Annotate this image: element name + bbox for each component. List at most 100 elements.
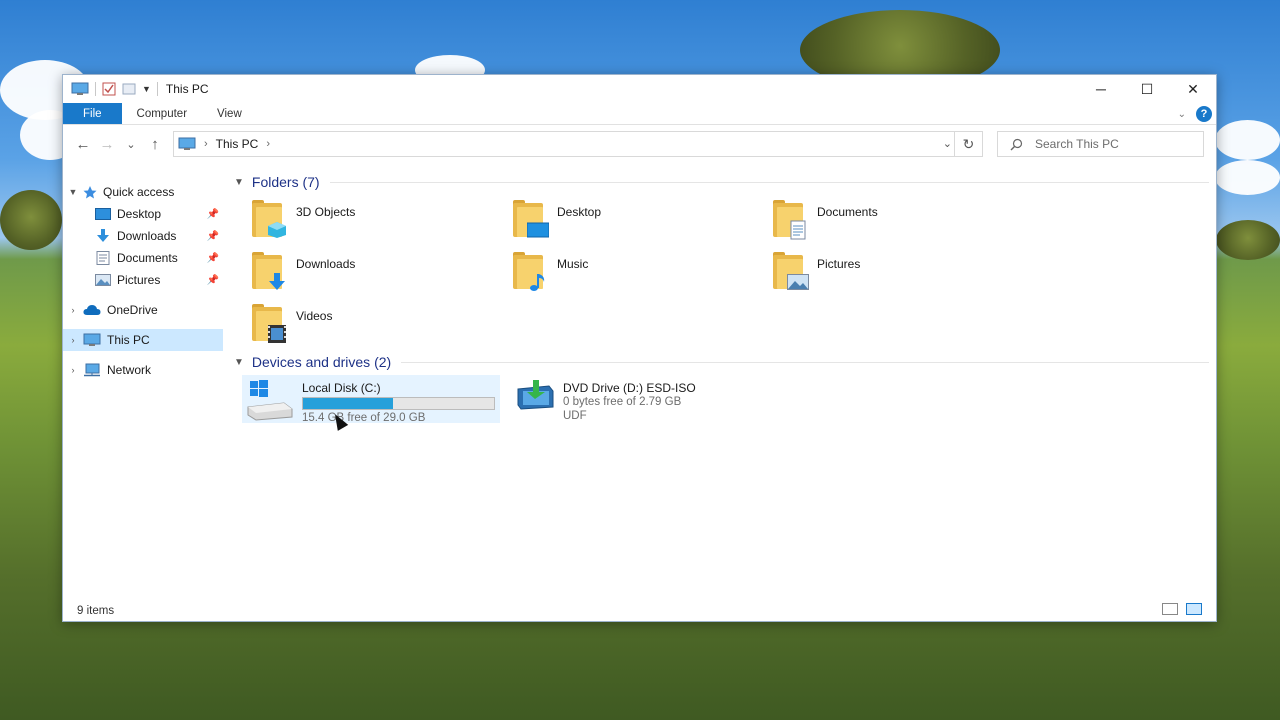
folders-group-header[interactable]: ▼ Folders (7) — [234, 174, 1209, 190]
drive-local-disk-c[interactable]: Local Disk (C:) 15.4 GB free of 29.0 GB — [242, 375, 500, 424]
folder-desktop[interactable]: Desktop — [511, 199, 761, 245]
ribbon-tabs: File Computer View ⌄ ? — [63, 103, 1216, 125]
star-icon — [83, 186, 97, 199]
refresh-button[interactable]: ↻ — [954, 132, 982, 156]
sidebar-item-label: Network — [107, 363, 152, 377]
folder-videos[interactable]: Videos — [250, 303, 500, 349]
drive-info: DVD Drive (D:) ESD-ISO 0 bytes free of 2… — [563, 381, 696, 423]
recent-locations-button[interactable]: ⌄ — [119, 138, 143, 151]
expand-chevron-icon[interactable]: › — [63, 335, 83, 345]
properties-icon[interactable] — [102, 82, 116, 96]
collapse-chevron-icon[interactable]: ▼ — [234, 357, 244, 368]
folder-label: Pictures — [817, 257, 861, 271]
window-title: This PC — [165, 82, 209, 96]
folder-3d-objects[interactable]: 3D Objects — [250, 199, 500, 245]
drive-usage-fill — [303, 398, 393, 409]
sidebar-item-label: Downloads — [117, 229, 177, 243]
close-button[interactable]: ✕ — [1170, 75, 1216, 103]
search-placeholder: Search This PC — [1035, 137, 1119, 151]
expand-chevron-icon[interactable]: › — [63, 365, 83, 375]
folder-downloads[interactable]: Downloads — [250, 251, 500, 297]
title-bar: ▼ This PC ─ ☐ ✕ — [63, 75, 1216, 103]
quick-access-toolbar: ▼ — [63, 82, 158, 96]
drives-group-header[interactable]: ▼ Devices and drives (2) — [234, 354, 1209, 370]
up-button[interactable]: ↑ — [143, 136, 167, 153]
ribbon-right-controls: ⌄ ? — [1178, 106, 1212, 122]
status-bar-item-count: 9 items — [77, 605, 115, 617]
downloads-folder-icon — [250, 251, 288, 291]
expand-ribbon-icon[interactable]: ⌄ — [1178, 109, 1186, 120]
sidebar-item-documents[interactable]: Documents 📌 — [63, 247, 223, 269]
minimize-button[interactable]: ─ — [1078, 75, 1124, 103]
expand-chevron-icon[interactable]: › — [63, 305, 83, 315]
computer-icon — [83, 333, 101, 346]
sidebar-item-label: This PC — [107, 333, 150, 347]
pin-icon[interactable]: 📌 — [207, 231, 219, 242]
breadcrumb-separator[interactable]: › — [266, 138, 270, 150]
sidebar-item-downloads[interactable]: Downloads 📌 — [63, 225, 223, 247]
new-folder-icon[interactable] — [122, 82, 136, 96]
details-view-button[interactable] — [1162, 603, 1178, 615]
forward-button[interactable]: → — [95, 136, 119, 153]
windows-drive-icon — [247, 380, 293, 421]
address-bar[interactable]: › This PC › ⌄ ↻ — [173, 131, 983, 157]
tab-computer[interactable]: Computer — [122, 103, 203, 124]
tab-view[interactable]: View — [202, 103, 257, 124]
sidebar-item-desktop[interactable]: Desktop 📌 — [63, 203, 223, 225]
downloads-arrow-icon — [97, 229, 109, 242]
tab-file[interactable]: File — [63, 103, 122, 124]
large-icons-view-button[interactable] — [1186, 603, 1202, 615]
caption-buttons: ─ ☐ ✕ — [1078, 75, 1216, 103]
sidebar-item-pictures[interactable]: Pictures 📌 — [63, 269, 223, 291]
sidebar-item-onedrive[interactable]: › OneDrive — [63, 299, 223, 321]
dvd-drive-icon — [517, 380, 554, 410]
customize-toolbar-icon[interactable]: ▼ — [142, 84, 151, 94]
maximize-button[interactable]: ☐ — [1124, 75, 1170, 103]
breadcrumb-this-pc[interactable]: This PC — [216, 137, 259, 151]
folder-label: 3D Objects — [296, 205, 356, 219]
back-button[interactable]: ← — [71, 136, 95, 153]
toolbar-separator — [95, 82, 96, 96]
pin-icon[interactable]: 📌 — [207, 253, 219, 264]
navigation-bar: ← → ⌄ ↑ › This PC › ⌄ ↻ Search This PC — [63, 129, 1216, 159]
sidebar-item-label: Desktop — [117, 207, 162, 221]
view-toggle — [1162, 603, 1202, 615]
folder-music[interactable]: Music — [511, 251, 761, 297]
collapse-chevron-icon[interactable]: ▼ — [63, 187, 83, 197]
onedrive-cloud-icon — [83, 305, 101, 315]
sidebar-item-label: OneDrive — [107, 303, 158, 317]
pin-icon[interactable]: 📌 — [207, 275, 219, 286]
drive-label: DVD Drive (D:) ESD-ISO — [563, 381, 696, 395]
group-divider — [401, 361, 1209, 363]
desktop-icon — [511, 199, 549, 239]
address-dropdown-button[interactable]: ⌄ — [943, 137, 952, 150]
folder-pictures[interactable]: Pictures — [771, 251, 1021, 297]
sidebar-item-quick-access[interactable]: ▼ Quick access — [63, 181, 223, 203]
sidebar-item-label: Quick access — [103, 185, 175, 199]
folder-label: Desktop — [557, 205, 602, 219]
pin-icon[interactable]: 📌 — [207, 209, 219, 220]
drive-filesystem: UDF — [563, 410, 587, 422]
desktop-folder-icon — [95, 208, 111, 220]
collapse-chevron-icon[interactable]: ▼ — [234, 177, 244, 188]
search-box[interactable]: Search This PC — [997, 131, 1204, 157]
documents-icon — [96, 251, 110, 265]
sidebar-item-this-pc[interactable]: › This PC — [63, 329, 223, 351]
folder-documents[interactable]: Documents — [771, 199, 1021, 245]
videos-folder-icon — [250, 303, 288, 343]
pictures-icon — [95, 274, 111, 286]
drive-label: Local Disk (C:) — [302, 381, 381, 395]
folder-label: Downloads — [296, 257, 356, 271]
computer-icon — [71, 82, 89, 95]
folder-label: Documents — [817, 205, 878, 219]
folder-label: Videos — [296, 309, 333, 323]
search-icon — [1010, 138, 1023, 150]
sidebar-item-network[interactable]: › Network — [63, 359, 223, 381]
toolbar-separator — [156, 82, 158, 96]
help-button[interactable]: ? — [1196, 106, 1212, 122]
drive-dvd-d[interactable]: DVD Drive (D:) ESD-ISO 0 bytes free of 2… — [511, 375, 769, 423]
breadcrumb-separator: › — [204, 138, 208, 150]
sidebar-item-label: Pictures — [117, 273, 161, 287]
drive-usage-bar — [302, 397, 495, 410]
documents-folder-icon — [771, 199, 809, 240]
